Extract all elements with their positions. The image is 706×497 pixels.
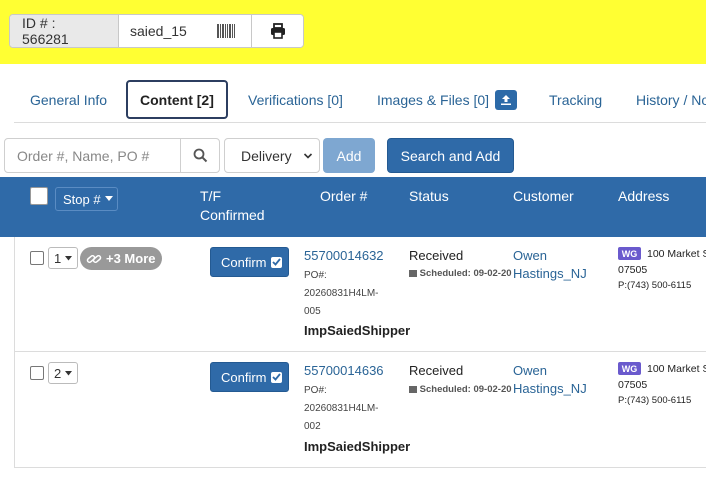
row-checkbox[interactable] <box>30 366 44 380</box>
tab-content[interactable]: Content [2] <box>126 80 228 119</box>
stop-number-select[interactable]: 1 <box>48 247 78 269</box>
caret-down-icon <box>104 196 113 201</box>
address-zip: 07505 <box>618 264 648 276</box>
tab-images-files[interactable]: Images & Files [0] <box>377 80 518 120</box>
confirm-label: Confirm <box>221 254 267 270</box>
id-label: ID # : 566281 <box>10 15 119 47</box>
more-orders-pill[interactable]: +3 More <box>80 247 162 270</box>
order-header: Order # <box>320 188 368 204</box>
status-text: Received <box>409 363 464 378</box>
po-line1: 20260831H4LM- <box>304 403 379 414</box>
scheduled-label: Scheduled: 09-02-20 <box>419 268 512 279</box>
link-icon <box>86 254 102 263</box>
customer-line2: Hastings_NJ <box>513 381 587 396</box>
confirm-button[interactable]: Confirm <box>210 247 289 277</box>
stop-sort-dropdown[interactable]: Stop # <box>55 187 118 211</box>
address-phone: P:(743) 500-6115 <box>618 280 692 291</box>
check-icon <box>270 256 282 268</box>
address-phone: P:(743) 500-6115 <box>618 395 692 406</box>
caret-down-icon <box>65 255 73 260</box>
chevron-down-icon <box>303 153 313 159</box>
tab-tracking[interactable]: Tracking <box>549 80 602 120</box>
customer-header: Customer <box>513 188 574 204</box>
tab-images-files-label: Images & Files [0] <box>377 92 490 108</box>
tf-header-line1: T/F <box>200 188 221 204</box>
barcode-button[interactable] <box>201 15 252 47</box>
search-icon <box>193 148 207 163</box>
po-line1: 20260831H4LM- <box>304 288 379 299</box>
po-label: PO#: <box>304 385 327 396</box>
id-value-input[interactable] <box>119 15 201 47</box>
confirm-label: Confirm <box>221 369 267 385</box>
search-button[interactable] <box>180 138 220 173</box>
customer-line2: Hastings_NJ <box>513 266 587 281</box>
po-number: PO#: 20260831H4LM- 005 <box>304 267 379 321</box>
order-search-input[interactable] <box>4 138 181 173</box>
caret-down-icon <box>65 370 73 375</box>
calendar-icon <box>409 386 417 393</box>
stop-type-select[interactable]: Delivery <box>224 138 320 173</box>
status-header: Status <box>409 188 449 204</box>
status-text: Received <box>409 248 464 263</box>
wg-badge: WG <box>618 247 641 260</box>
add-button[interactable]: Add <box>323 138 375 173</box>
id-toolbar: ID # : 566281 <box>9 14 304 48</box>
address-header: Address <box>618 188 670 204</box>
scheduled-date: Scheduled: 09-02-20 <box>409 268 518 279</box>
stop-number-select[interactable]: 2 <box>48 362 78 384</box>
scheduled-label: Scheduled: 09-02-20 <box>419 384 512 395</box>
print-button[interactable] <box>252 15 303 47</box>
po-line2: 005 <box>304 306 321 317</box>
row-checkbox[interactable] <box>30 251 44 265</box>
wg-badge: WG <box>618 362 641 375</box>
select-all-checkbox[interactable] <box>30 187 48 205</box>
shipper-name: ImpSaiedShipper <box>304 439 411 454</box>
tf-confirmed-header: T/F Confirmed <box>200 187 265 225</box>
customer-line1: Owen <box>513 248 547 263</box>
scheduled-date: Scheduled: 09-02-20 <box>409 384 518 395</box>
stop-number: 2 <box>54 365 62 381</box>
check-icon <box>270 371 282 383</box>
confirm-button[interactable]: Confirm <box>210 362 289 392</box>
address-line1: 100 Market S <box>647 363 706 375</box>
address-line1: 100 Market S <box>647 248 706 260</box>
po-line2: 002 <box>304 421 321 432</box>
stop-type-value: Delivery <box>241 147 292 164</box>
upload-icon[interactable] <box>495 90 518 110</box>
printer-icon <box>270 23 285 39</box>
order-number-link[interactable]: 55700014636 <box>304 363 384 378</box>
po-number: PO#: 20260831H4LM- 002 <box>304 382 379 436</box>
shipper-name: ImpSaiedShipper <box>304 323 411 338</box>
tab-verifications[interactable]: Verifications [0] <box>248 80 343 120</box>
customer-link[interactable]: Owen Hastings_NJ <box>513 247 587 283</box>
tf-header-line2: Confirmed <box>200 207 265 223</box>
address-zip: 07505 <box>618 379 648 391</box>
stop-column-label: Stop # <box>63 191 101 207</box>
tab-bar: General Info Content [2] Verifications [… <box>14 80 706 123</box>
customer-line1: Owen <box>513 363 547 378</box>
barcode-icon <box>217 24 235 38</box>
search-and-add-button[interactable]: Search and Add <box>387 138 514 173</box>
po-label: PO#: <box>304 270 327 281</box>
customer-link[interactable]: Owen Hastings_NJ <box>513 362 587 398</box>
calendar-icon <box>409 270 417 277</box>
order-number-link[interactable]: 55700014632 <box>304 248 384 263</box>
more-orders-label: +3 More <box>106 251 156 266</box>
tab-history[interactable]: History / No <box>636 80 706 120</box>
tab-general-info[interactable]: General Info <box>30 80 107 120</box>
stop-number: 1 <box>54 250 62 266</box>
